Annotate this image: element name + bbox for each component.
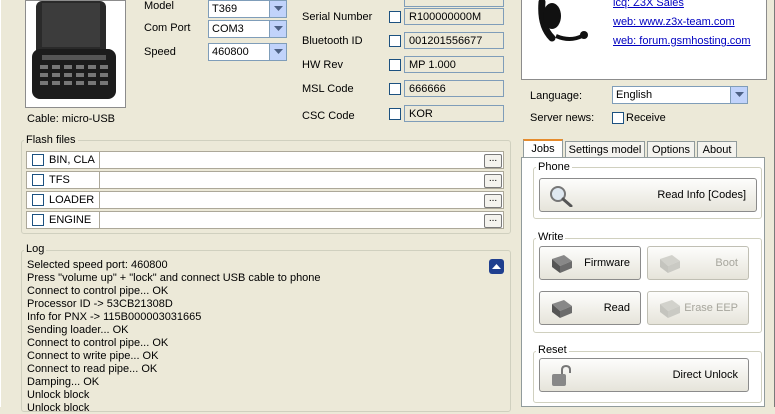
- flash-row: TFS: [26, 171, 504, 189]
- language-label: Language:: [530, 90, 582, 102]
- log-line: Selected speed port: 460800: [27, 259, 168, 271]
- flash-files-title: Flash files: [24, 134, 78, 146]
- msl-field[interactable]: 666666: [404, 80, 504, 97]
- read-info-label: Read Info [Codes]: [657, 189, 746, 201]
- icq-link[interactable]: icq: Z3X Sales: [613, 0, 684, 9]
- csc-field[interactable]: KOR: [404, 105, 504, 122]
- magnifier-icon: [550, 186, 573, 207]
- csc-label: CSC Code: [302, 110, 355, 122]
- log-line: Unlock block: [27, 389, 90, 401]
- speed-value: 460800: [212, 46, 249, 58]
- hw-checkbox[interactable]: [389, 59, 401, 71]
- top-field-stub: [404, 0, 504, 7]
- flash-row-label: BIN, CLA: [49, 154, 95, 166]
- cable-label: Cable: micro-USB: [27, 113, 116, 125]
- flash-row-label: TFS: [49, 174, 70, 186]
- chip-icon: [552, 255, 572, 273]
- direct-unlock-button[interactable]: Direct Unlock: [539, 358, 749, 392]
- receive-label: Receive: [626, 112, 666, 124]
- flash-row: LOADER: [26, 191, 504, 209]
- tab-settings-model[interactable]: Settings model: [565, 141, 645, 157]
- log-line: Unlock block: [27, 402, 90, 414]
- chip-icon: [552, 300, 572, 318]
- browse-button[interactable]: ...: [484, 174, 502, 188]
- tab-jobs[interactable]: Jobs: [523, 139, 563, 157]
- receive-checkbox[interactable]: [612, 112, 624, 124]
- flash-row-checkbox[interactable]: [32, 174, 44, 186]
- read-button[interactable]: Read: [539, 291, 641, 325]
- log-line: Processor ID -> 53CB21308D: [27, 298, 173, 310]
- bt-label: Bluetooth ID: [302, 35, 363, 47]
- speed-label: Speed: [144, 46, 176, 58]
- firmware-label: Firmware: [584, 257, 630, 269]
- chip-icon: [660, 300, 680, 318]
- msl-checkbox[interactable]: [389, 83, 401, 95]
- log-line: Connect to control pipe... OK: [27, 285, 169, 297]
- model-value: T369: [212, 3, 238, 15]
- reset-group-title: Reset: [536, 344, 569, 356]
- flash-row: BIN, CLA: [26, 151, 504, 169]
- chevron-down-icon[interactable]: [730, 87, 747, 103]
- log-line: Info for PNX -> 115B000003031665: [27, 311, 202, 323]
- log-line: Sending loader... OK: [27, 324, 129, 336]
- boot-label: Boot: [715, 257, 738, 269]
- comport-value: COM3: [212, 23, 244, 35]
- serial-label: Serial Number: [302, 11, 373, 23]
- bt-checkbox[interactable]: [389, 35, 401, 47]
- bt-field[interactable]: 001201556677: [404, 32, 504, 49]
- chevron-up-icon: [492, 263, 501, 269]
- web-link[interactable]: web: www.z3x-team.com: [613, 16, 735, 28]
- chip-icon: [660, 255, 680, 273]
- comport-label: Com Port: [144, 22, 191, 34]
- phone-group-title: Phone: [536, 161, 572, 173]
- write-group-title: Write: [536, 231, 566, 243]
- direct-unlock-label: Direct Unlock: [672, 369, 738, 381]
- model-select[interactable]: T369: [208, 0, 287, 18]
- flash-row-checkbox[interactable]: [32, 154, 44, 166]
- erase-eep-button[interactable]: Erase EEP: [647, 291, 749, 325]
- erase-eep-label: Erase EEP: [684, 302, 738, 314]
- firmware-button[interactable]: Firmware: [539, 246, 641, 280]
- model-label: Model: [144, 0, 174, 12]
- phone-image-panel: [25, 0, 126, 108]
- log-line: Connect to write pipe... OK: [27, 350, 159, 362]
- browse-button[interactable]: ...: [484, 154, 502, 168]
- language-value: English: [616, 89, 653, 101]
- comport-select[interactable]: COM3: [208, 20, 287, 38]
- browse-button[interactable]: ...: [484, 194, 502, 208]
- server-news-label: Server news:: [530, 112, 595, 124]
- flash-row-checkbox[interactable]: [32, 214, 44, 226]
- headset-icon: [538, 0, 588, 42]
- log-line: Connect to read pipe... OK: [27, 363, 158, 375]
- speed-select[interactable]: 460800: [208, 43, 287, 61]
- log-line: Press "volume up" + "lock" and connect U…: [27, 272, 321, 284]
- msl-label: MSL Code: [302, 83, 354, 95]
- hw-field[interactable]: MP 1.000: [404, 56, 504, 73]
- flash-row-label: ENGINE: [49, 214, 92, 226]
- log-title: Log: [24, 243, 47, 255]
- read-info-button[interactable]: Read Info [Codes]: [539, 178, 757, 212]
- boot-button[interactable]: Boot: [647, 246, 749, 280]
- tab-options[interactable]: Options: [647, 141, 695, 157]
- log-line: Damping... OK: [27, 376, 100, 388]
- flash-row-checkbox[interactable]: [32, 194, 44, 206]
- flash-row: ENGINE: [26, 211, 504, 229]
- log-line: Connect to control pipe... OK: [27, 337, 169, 349]
- read-label: Read: [603, 302, 630, 314]
- serial-field[interactable]: R100000000M: [404, 8, 504, 25]
- chevron-down-icon[interactable]: [269, 21, 286, 37]
- serial-checkbox[interactable]: [389, 11, 401, 23]
- flash-row-label: LOADER: [49, 194, 95, 206]
- chevron-down-icon[interactable]: [269, 1, 286, 17]
- log-scroll-up-button[interactable]: [489, 259, 504, 274]
- phone-image: [32, 1, 116, 99]
- forum-link[interactable]: web: forum.gsmhosting.com: [613, 35, 751, 47]
- chevron-down-icon[interactable]: [269, 44, 286, 60]
- tab-about[interactable]: About: [697, 141, 737, 157]
- padlock-icon: [552, 365, 571, 386]
- browse-button[interactable]: ...: [484, 214, 502, 228]
- language-select[interactable]: English: [612, 86, 748, 104]
- hw-label: HW Rev: [302, 59, 343, 71]
- csc-checkbox[interactable]: [389, 108, 401, 120]
